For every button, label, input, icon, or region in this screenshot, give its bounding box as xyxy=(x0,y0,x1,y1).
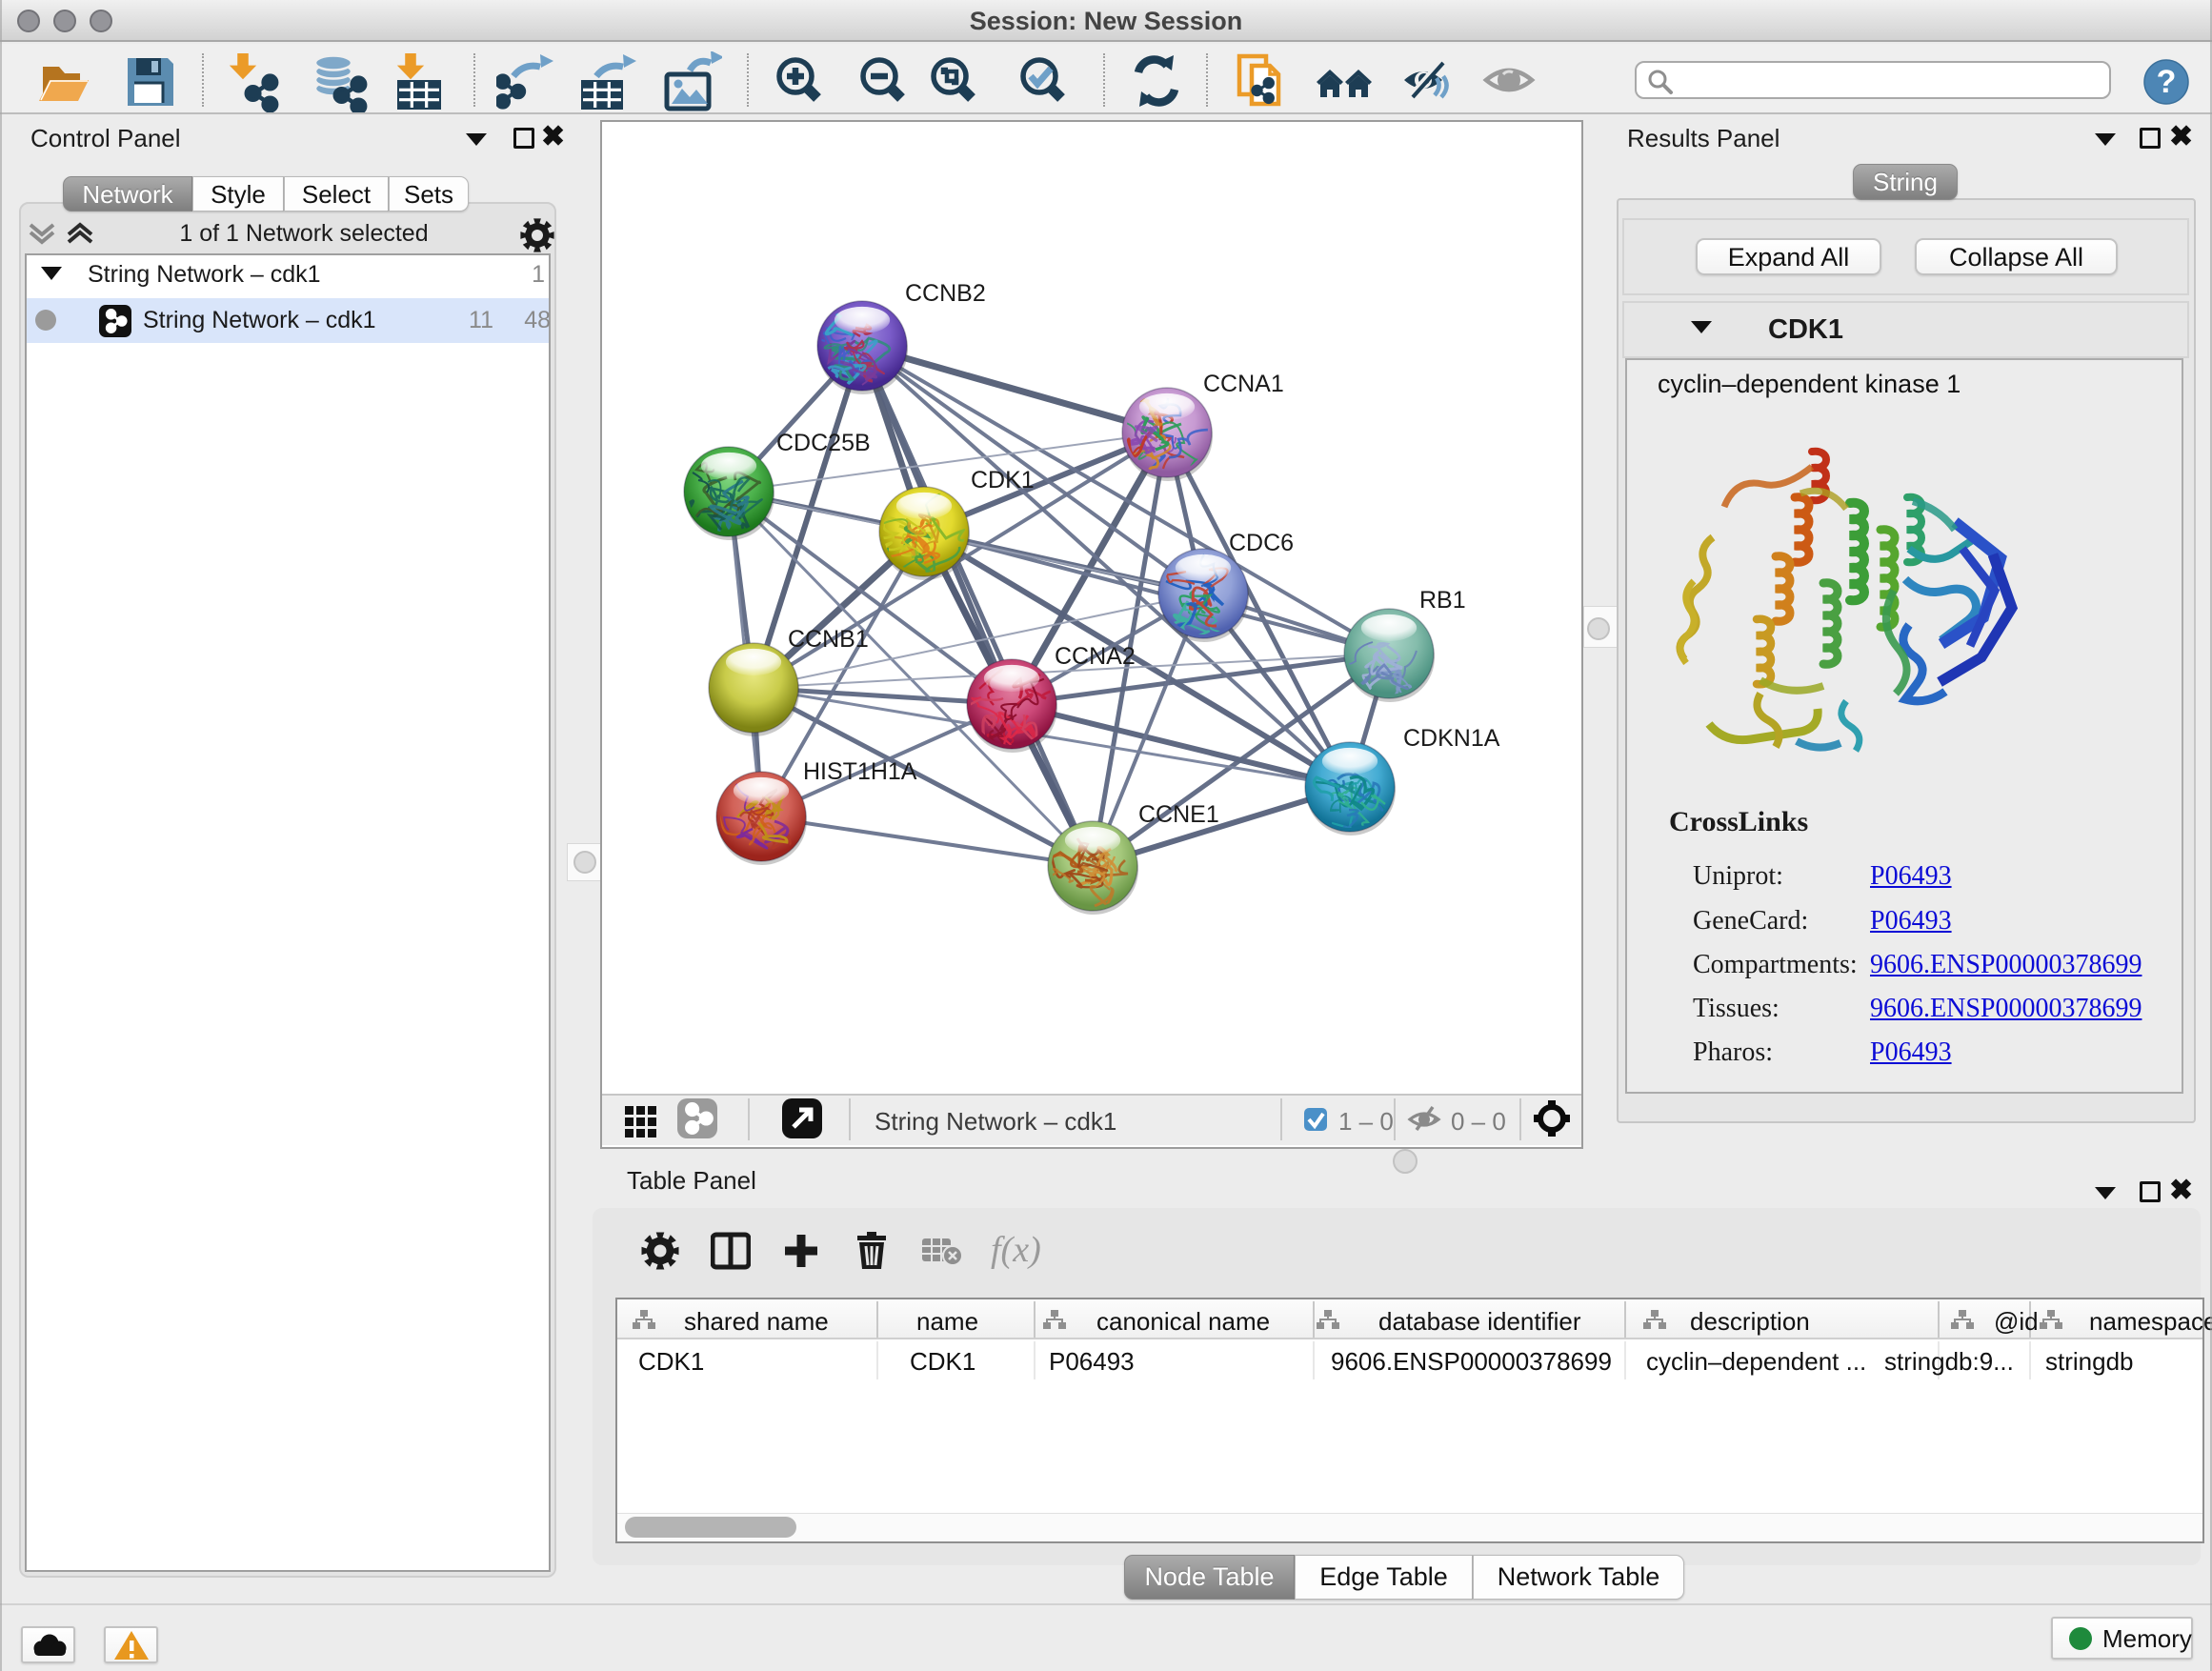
svg-text:CCNA1: CCNA1 xyxy=(1203,371,1284,397)
svg-text:CCNB1: CCNB1 xyxy=(788,626,869,653)
svg-text:CDC6: CDC6 xyxy=(1229,530,1294,556)
svg-text:CDKN1A: CDKN1A xyxy=(1403,725,1500,752)
svg-text:CDK1: CDK1 xyxy=(971,467,1035,493)
svg-text:CCNE1: CCNE1 xyxy=(1138,801,1219,828)
svg-text:HIST1H1A: HIST1H1A xyxy=(803,758,917,785)
svg-text:CCNB2: CCNB2 xyxy=(905,280,986,307)
svg-text:CCNA2: CCNA2 xyxy=(1055,643,1136,670)
svg-text:?: ? xyxy=(2157,64,2177,100)
svg-text:CDC25B: CDC25B xyxy=(776,430,871,456)
svg-text:RB1: RB1 xyxy=(1419,587,1466,614)
